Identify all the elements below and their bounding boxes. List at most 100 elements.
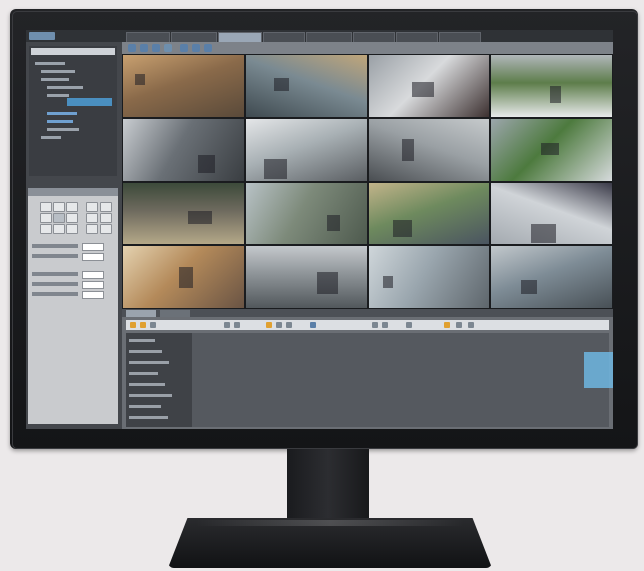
channel-name[interactable] [129,405,161,408]
fast-forward-icon[interactable] [286,322,292,328]
camera-feed-2[interactable] [245,55,367,117]
scene-object [316,271,338,295]
settings-icon[interactable] [468,322,474,328]
ptz-up-right-button[interactable] [66,202,78,212]
pause-icon[interactable] [140,322,146,328]
camera-feed-10[interactable] [245,182,367,245]
search-icon[interactable] [456,322,462,328]
contrast-field[interactable] [82,281,104,289]
camera-feed-11[interactable] [368,182,490,245]
tree-node[interactable] [47,86,83,89]
play-icon[interactable] [130,322,136,328]
ptz-up-button[interactable] [53,202,65,212]
zoom-in-icon[interactable] [372,322,378,328]
brightness-field[interactable] [82,271,104,279]
camera-feed-13[interactable] [123,246,244,308]
tree-search-input[interactable] [31,48,115,55]
ptz-down-right-button[interactable] [66,224,78,234]
tab-timeline[interactable] [126,310,156,317]
zoom-in-button[interactable] [86,202,98,212]
export-icon[interactable] [310,322,316,328]
scene-object [382,275,393,289]
camera-feed-6[interactable] [245,118,367,181]
camera-feed-3[interactable] [368,55,490,117]
channel-list [126,333,192,427]
tree-node[interactable] [41,70,75,73]
channel-name[interactable] [129,416,168,419]
scene-object [178,267,194,289]
camera-feed-7[interactable] [368,118,490,181]
ptz-center-button[interactable] [53,213,65,223]
scene-object [411,82,434,97]
tree-node[interactable] [47,94,69,97]
playback-timeline-panel [122,309,613,429]
tree-node[interactable] [47,112,77,115]
record-icon[interactable] [204,44,212,52]
camera-feed-5[interactable] [123,118,244,181]
ptz-left-button[interactable] [40,213,52,223]
bookmark-icon[interactable] [444,322,450,328]
rewind-icon[interactable] [224,322,230,328]
ptz-down-left-button[interactable] [40,224,52,234]
preset-field[interactable] [82,243,104,251]
timeline-tracks[interactable] [192,333,613,427]
field-label [32,254,78,258]
scene-object [188,210,213,225]
channel-name[interactable] [129,372,158,375]
saturation-field[interactable] [82,291,104,299]
layout-2x2-icon[interactable] [140,44,148,52]
iris-close-button[interactable] [100,224,112,234]
tree-node[interactable] [35,62,65,65]
camera-feed-4[interactable] [491,55,612,117]
tab-events[interactable] [160,310,190,317]
camera-feed-8[interactable] [491,118,612,181]
ptz-right-button[interactable] [66,213,78,223]
sidebar [26,42,122,429]
speed-icon[interactable] [266,322,272,328]
monitor-photo [0,0,644,571]
stop-icon[interactable] [150,322,156,328]
zoom-out-icon[interactable] [382,322,388,328]
focus-far-button[interactable] [100,213,112,223]
scene-object [550,86,562,104]
ptz-down-button[interactable] [53,224,65,234]
fullscreen-icon[interactable] [180,44,188,52]
layout-3x3-icon[interactable] [152,44,160,52]
camera-feed-12[interactable] [491,182,612,245]
zoom-out-button[interactable] [100,202,112,212]
camera-feed-1[interactable] [123,55,244,117]
focus-near-button[interactable] [86,213,98,223]
camera-feed-15[interactable] [368,246,490,308]
playback-controls [126,320,609,330]
camera-feed-14[interactable] [245,246,367,308]
channel-name[interactable] [129,361,169,364]
snapshot-icon[interactable] [192,44,200,52]
camera-feed-16[interactable] [491,246,612,308]
calendar-icon[interactable] [406,322,412,328]
channel-name[interactable] [129,350,162,353]
selected-time-range[interactable] [584,352,613,388]
ptz-up-left-button[interactable] [40,202,52,212]
timeline-tabs [122,309,613,317]
field-label [32,292,78,296]
layout-4x4-icon[interactable] [164,44,172,52]
tree-node[interactable] [41,78,69,81]
camera-feed-9[interactable] [123,182,244,245]
scene-object [392,219,412,237]
layout-1x1-icon[interactable] [128,44,136,52]
iris-open-button[interactable] [86,224,98,234]
channel-name[interactable] [129,394,172,397]
scene-object [540,142,559,155]
tree-node[interactable] [47,128,79,131]
channel-name[interactable] [129,339,155,342]
tree-node[interactable] [41,136,61,139]
app-logo [29,32,55,40]
tree-node[interactable] [47,120,73,123]
channel-name[interactable] [129,383,165,386]
monitor-screen [26,30,613,429]
scene-object [197,154,215,174]
tree-node-selected[interactable] [67,98,112,106]
speed-field[interactable] [82,253,104,261]
step-forward-icon[interactable] [276,322,282,328]
step-back-icon[interactable] [234,322,240,328]
